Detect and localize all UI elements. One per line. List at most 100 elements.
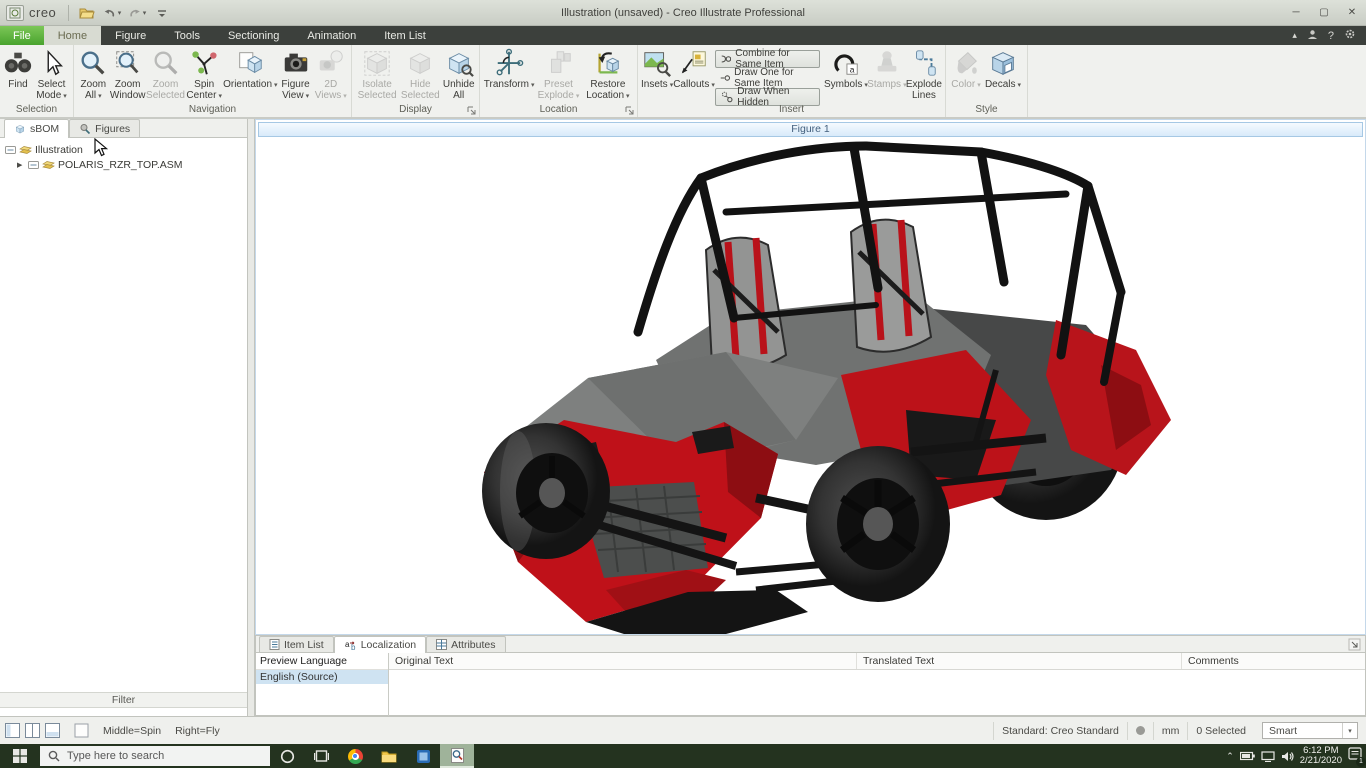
tree-expand-icon[interactable]: ▶ [17, 161, 25, 169]
titlebar: creo ▾ ▾ Illustration (unsaved) - Creo I… [0, 0, 1366, 26]
zoom-all-button[interactable]: Zoom All [77, 47, 110, 103]
tab-sectioning[interactable]: Sectioning [214, 26, 293, 45]
location-dialog-launcher[interactable] [625, 106, 634, 115]
panel-splitter[interactable] [248, 119, 255, 716]
minimize-button[interactable]: ─ [1282, 3, 1310, 23]
dropdown-arrow [304, 90, 310, 101]
tab-animation[interactable]: Animation [293, 26, 370, 45]
open-file-button[interactable] [78, 5, 96, 21]
ribbon-tabstrip: File Home Figure Tools Sectioning Animat… [0, 26, 1366, 45]
task-view-icon[interactable] [304, 744, 338, 768]
spin-center-button[interactable]: Spin Center [185, 47, 223, 103]
unhide-all-button[interactable]: Unhide All [441, 47, 476, 103]
dropdown-arrow [341, 90, 347, 101]
group-label-style: Style [946, 104, 1027, 117]
tab-item-list[interactable]: Item List [370, 26, 440, 45]
blue-app-icon[interactable] [406, 744, 440, 768]
combine-for-same-item-toggle[interactable]: Combine for Same Item [715, 50, 820, 68]
callouts-button[interactable]: Callouts [673, 47, 715, 103]
column-original-text[interactable]: Original Text [389, 653, 857, 669]
draw-one-for-same-item-toggle[interactable]: Draw One for Same Item [715, 69, 820, 87]
taskbar-search-box[interactable]: Type here to search [40, 746, 270, 766]
assembly-icon [42, 160, 55, 171]
undo-dropdown-arrow[interactable]: ▾ [118, 9, 122, 17]
redo-button[interactable]: ▾ [128, 5, 146, 21]
layout-split-vertical-icon[interactable] [25, 723, 40, 738]
explode-lines-button[interactable]: Explode Lines [906, 47, 942, 103]
tab-figures[interactable]: Figures [69, 119, 140, 137]
display-dialog-launcher[interactable] [467, 106, 476, 115]
orientation-icon [235, 48, 265, 78]
paint-bucket-icon [951, 48, 981, 78]
speaker-icon[interactable] [1281, 751, 1294, 762]
decals-button[interactable]: Decals [983, 47, 1023, 103]
column-translated-text[interactable]: Translated Text [857, 653, 1182, 669]
statusbar: Middle=Spin Right=Fly Standard: Creo Sta… [0, 716, 1366, 744]
panel-corner-icon[interactable] [1348, 638, 1361, 651]
stamp-icon [872, 48, 902, 78]
spin-center-icon [189, 48, 219, 78]
tree-item-illustration[interactable]: Illustration [5, 143, 247, 157]
tab-file[interactable]: File [0, 26, 44, 45]
dropdown-arrow [96, 90, 102, 101]
units-indicator[interactable]: mm [1153, 722, 1188, 740]
transform-icon [494, 48, 524, 78]
figure-title-bar[interactable]: Figure 1 [258, 122, 1363, 137]
settings-gear-icon[interactable] [1344, 27, 1356, 45]
file-explorer-icon[interactable] [372, 744, 406, 768]
group-style: Color Decals Style [946, 45, 1028, 117]
notification-center-icon[interactable]: 1 [1348, 747, 1362, 765]
layout-left-panel-icon[interactable] [5, 723, 20, 738]
close-button[interactable]: ✕ [1338, 3, 1366, 23]
help-button[interactable]: ? [1328, 30, 1334, 42]
tab-sbom[interactable]: sBOM [4, 119, 69, 138]
collapse-ribbon-button[interactable]: ▴ [1292, 30, 1297, 41]
tab-home[interactable]: Home [44, 26, 101, 45]
zoom-window-button[interactable]: Zoom Window [110, 47, 146, 103]
filter-bar[interactable]: Filter [0, 692, 247, 708]
find-button[interactable]: Find [3, 47, 33, 103]
tab-figure[interactable]: Figure [101, 26, 160, 45]
symbols-button[interactable]: a Symbols [824, 47, 868, 103]
network-icon[interactable] [1261, 751, 1275, 762]
column-comments[interactable]: Comments [1182, 653, 1365, 669]
creo-logo-icon [6, 5, 24, 21]
user-icon[interactable] [1307, 27, 1318, 45]
tab-tools[interactable]: Tools [160, 26, 214, 45]
taskbar-clock[interactable]: 6:12 PM 2/21/2020 [1300, 746, 1342, 766]
insets-button[interactable]: Insets [641, 47, 673, 103]
transform-button[interactable]: Transform [483, 47, 535, 103]
language-row-english[interactable]: English (Source) [256, 670, 388, 684]
battery-icon[interactable] [1240, 751, 1255, 761]
smart-selection-dropdown[interactable]: Smart ▾ [1262, 722, 1358, 739]
sbom-cube-icon [14, 123, 26, 135]
viewport-checkbox[interactable] [74, 723, 89, 738]
creo-illustrate-taskbar-icon[interactable] [440, 744, 474, 768]
restore-location-button[interactable]: Restore Location [582, 47, 634, 103]
cortana-icon[interactable] [270, 744, 304, 768]
orientation-button[interactable]: Orientation [223, 47, 277, 103]
start-button[interactable] [0, 744, 40, 768]
undo-button[interactable]: ▾ [103, 5, 121, 21]
select-mode-button[interactable]: Select Mode [33, 47, 70, 103]
figure-view-button[interactable]: Figure View [278, 47, 314, 103]
dropdown-arrow [1016, 79, 1022, 90]
tab-localization-panel[interactable]: ab Localization [334, 636, 426, 653]
chrome-icon[interactable] [338, 744, 372, 768]
hide-icon [405, 48, 435, 78]
tab-item-list-panel[interactable]: Item List [259, 636, 334, 652]
3d-model-polaris-rzr[interactable] [256, 120, 1366, 636]
figure-viewport[interactable]: Figure 1 [255, 119, 1366, 635]
tab-attributes-panel[interactable]: Attributes [426, 636, 505, 652]
layout-bottom-panel-icon[interactable] [45, 723, 60, 738]
dropdown-arrow[interactable]: ▾ [1342, 723, 1357, 738]
tree-item-polaris-asm[interactable]: ▶ POLARIS_RZR_TOP.ASM [5, 158, 247, 172]
redo-dropdown-arrow[interactable]: ▾ [143, 9, 147, 17]
tray-chevron-icon[interactable]: ⌃ [1226, 751, 1234, 762]
mouse-cursor [93, 138, 110, 157]
customize-quick-access-button[interactable] [153, 5, 171, 21]
assembly-icon [19, 145, 32, 156]
maximize-button[interactable]: ▢ [1310, 3, 1338, 23]
svg-text:a: a [850, 64, 855, 74]
dropdown-arrow [624, 90, 630, 101]
